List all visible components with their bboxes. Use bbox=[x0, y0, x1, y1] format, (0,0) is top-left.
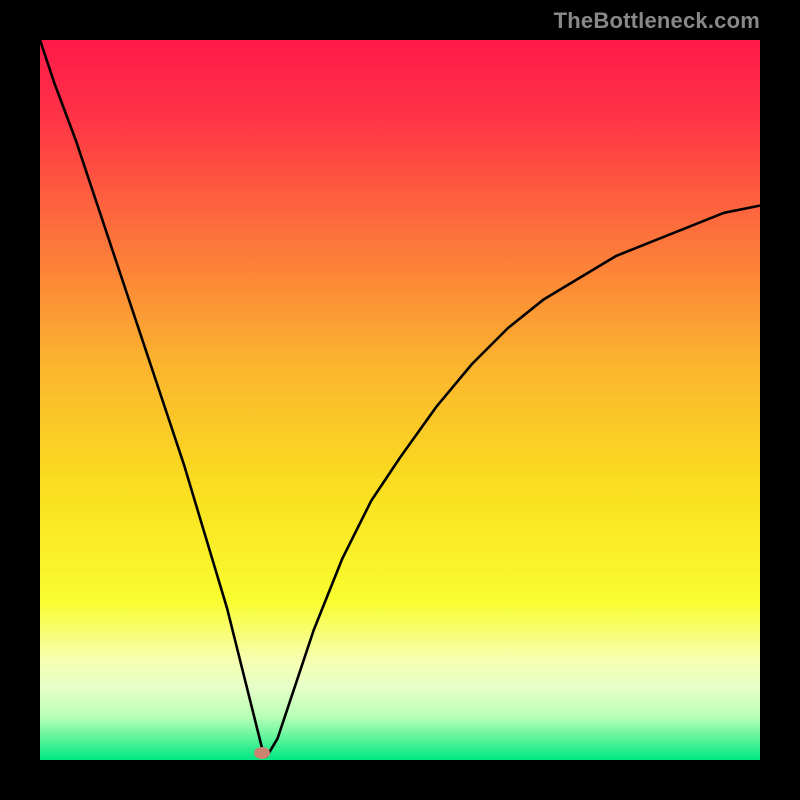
bottleneck-curve bbox=[40, 40, 760, 756]
plot-area bbox=[40, 40, 760, 760]
chart-frame: TheBottleneck.com bbox=[0, 0, 800, 800]
curve-layer bbox=[40, 40, 760, 760]
watermark-text: TheBottleneck.com bbox=[554, 8, 760, 34]
optimum-marker bbox=[254, 747, 270, 759]
